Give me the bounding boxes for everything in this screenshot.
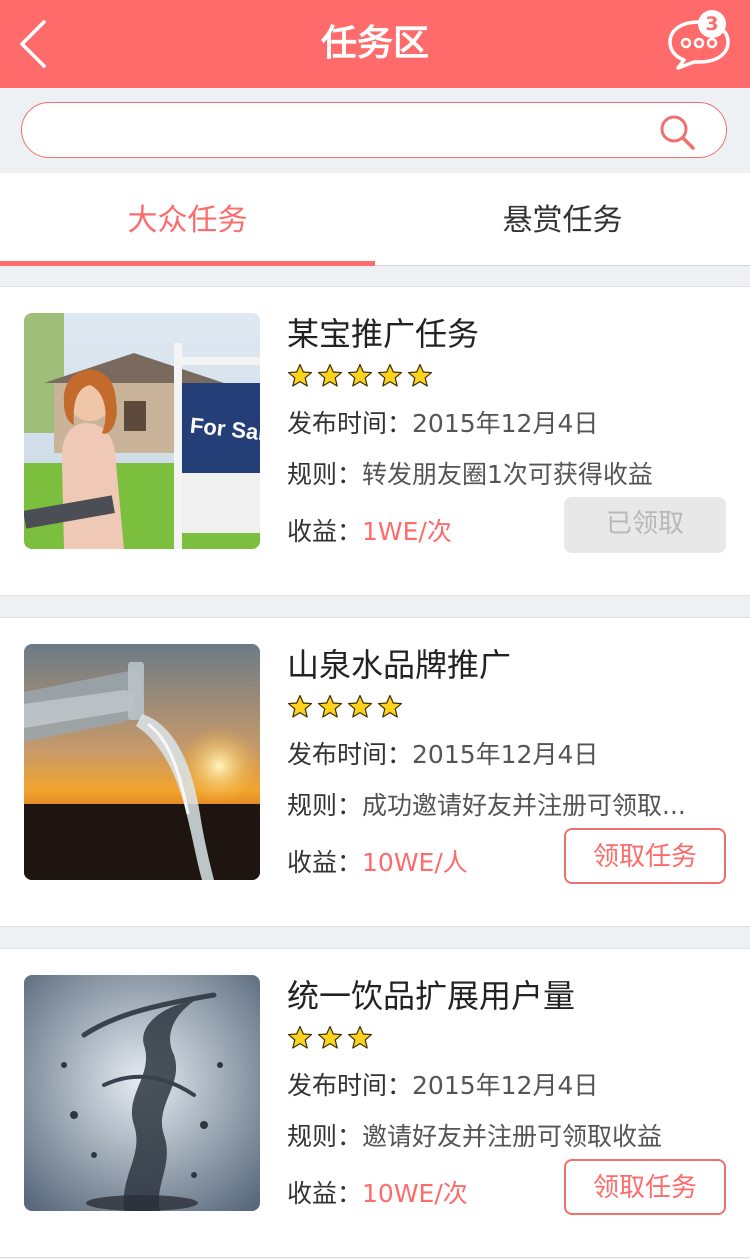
task-title: 山泉水品牌推广: [287, 646, 512, 684]
tab-public-tasks[interactable]: 大众任务: [0, 173, 375, 266]
star-icon: [287, 694, 313, 718]
publish-time-value: 2015年12月4日: [412, 409, 599, 438]
publish-time-label: 发布时间：: [287, 409, 413, 438]
claim-task-button[interactable]: 领取任务: [564, 1159, 726, 1215]
claimed-button[interactable]: 已领取: [564, 497, 726, 553]
star-icon: [287, 1025, 313, 1049]
task-title: 统一饮品扩展用户量: [287, 977, 576, 1015]
star-rating: [287, 363, 433, 389]
task-card[interactable]: 山泉水品牌推广 发布时间：2015年12月4日 规则：成功邀请好友并注册可领取.…: [0, 617, 750, 927]
star-icon: [347, 363, 373, 387]
publish-time-label: 发布时间：: [287, 1071, 413, 1100]
task-title: 某宝推广任务: [287, 315, 480, 353]
income-value: 1WE/次: [362, 517, 452, 546]
task-thumbnail-image: For Sale: [24, 313, 260, 549]
publish-time-row: 发布时间：2015年12月4日: [287, 1066, 598, 1102]
task-thumbnail-image: [24, 644, 260, 880]
rule-label: 规则：: [287, 1122, 363, 1151]
page-title: 任务区: [320, 23, 429, 64]
search-input[interactable]: [21, 102, 727, 158]
star-icon: [317, 363, 343, 387]
income-value: 10WE/次: [362, 1179, 468, 1208]
publish-time-label: 发布时间：: [287, 740, 413, 769]
publish-time-value: 2015年12月4日: [412, 740, 599, 769]
tab-reward-tasks[interactable]: 悬赏任务: [375, 173, 750, 266]
rule-row: 规则：邀请好友并注册可领取收益: [287, 1117, 662, 1153]
star-icon: [377, 363, 403, 387]
publish-time-value: 2015年12月4日: [412, 1071, 599, 1100]
income-row: 收益：10WE/人: [287, 843, 468, 879]
star-rating: [287, 1025, 373, 1051]
rule-value: 成功邀请好友并注册可领取...: [362, 791, 686, 820]
task-card[interactable]: 统一饮品扩展用户量 发布时间：2015年12月4日 规则：邀请好友并注册可领取收…: [0, 948, 750, 1258]
income-label: 收益：: [287, 1179, 363, 1208]
star-icon: [317, 1025, 343, 1049]
income-value: 10WE/人: [362, 848, 468, 877]
message-count-badge: 3: [698, 10, 726, 38]
search-area: [0, 88, 750, 173]
rule-row: 规则：成功邀请好友并注册可领取...: [287, 786, 686, 822]
income-row: 收益：1WE/次: [287, 512, 452, 548]
task-card[interactable]: For Sale 某宝推广任务 发布时间：2015年12月4日 规则：转发朋友圈…: [0, 286, 750, 596]
search-icon[interactable]: [658, 113, 696, 151]
star-rating: [287, 694, 403, 720]
star-icon: [317, 694, 343, 718]
publish-time-row: 发布时间：2015年12月4日: [287, 735, 598, 771]
task-thumbnail-image: [24, 975, 260, 1211]
star-icon: [347, 694, 373, 718]
star-icon: [377, 694, 403, 718]
top-bar: 任务区 3: [0, 0, 750, 88]
rule-value: 转发朋友圈1次可获得收益: [362, 460, 653, 489]
star-icon: [407, 363, 433, 387]
star-icon: [287, 363, 313, 387]
publish-time-row: 发布时间：2015年12月4日: [287, 404, 598, 440]
task-tabs: 大众任务 悬赏任务: [0, 173, 750, 266]
rule-value: 邀请好友并注册可领取收益: [362, 1122, 663, 1151]
income-row: 收益：10WE/次: [287, 1174, 468, 1210]
star-icon: [347, 1025, 373, 1049]
income-label: 收益：: [287, 517, 363, 546]
claim-task-button[interactable]: 领取任务: [564, 828, 726, 884]
rule-label: 规则：: [287, 791, 363, 820]
rule-row: 规则：转发朋友圈1次可获得收益: [287, 455, 653, 491]
income-label: 收益：: [287, 848, 363, 877]
active-tab-indicator: [0, 261, 375, 266]
rule-label: 规则：: [287, 460, 363, 489]
